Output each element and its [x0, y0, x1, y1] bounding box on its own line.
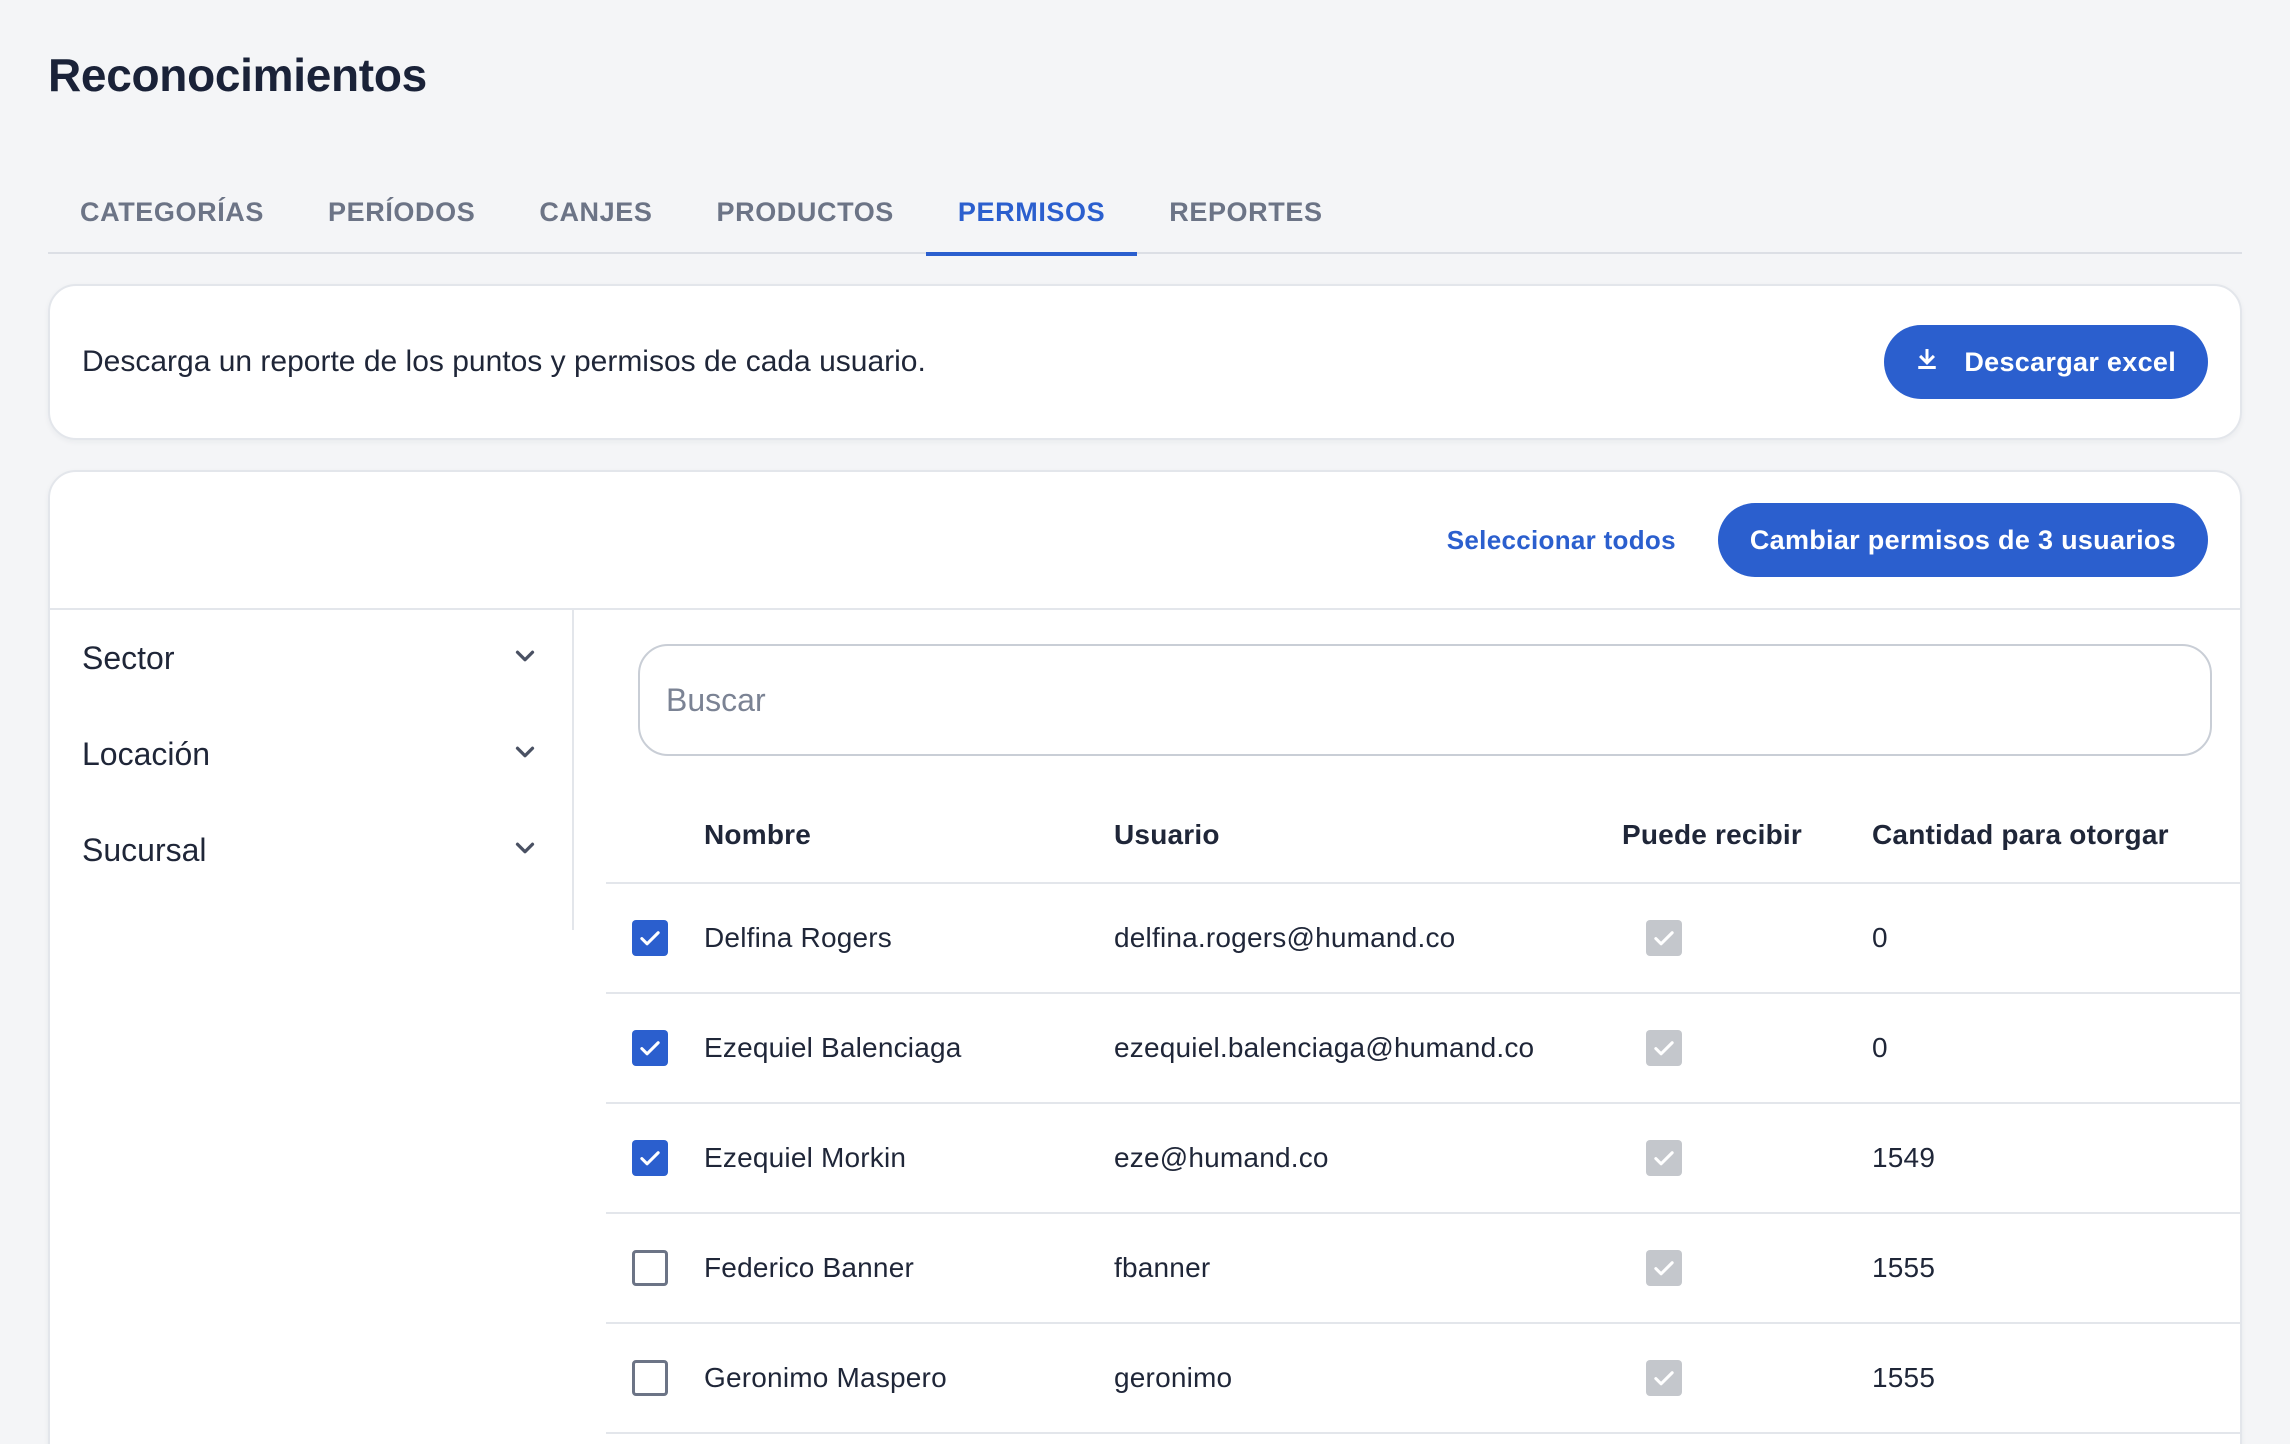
cell-nombre: Ezequiel Balenciaga — [704, 1032, 962, 1063]
cell-usuario: ezequiel.balenciaga@humand.co — [1114, 1032, 1535, 1063]
chevron-down-icon — [510, 641, 540, 676]
change-permissions-button[interactable]: Cambiar permisos de 3 usuarios — [1717, 503, 2208, 577]
user-permissions-card: Seleccionar todos Cambiar permisos de 3 … — [48, 470, 2242, 1444]
download-report-card: Descarga un reporte de los puntos y perm… — [48, 284, 2242, 440]
cell-cantidad: 0 — [1872, 1032, 1888, 1063]
column-header-nombre[interactable]: Nombre — [704, 819, 1114, 851]
can-receive-checkbox — [1646, 1250, 1682, 1286]
download-icon — [1912, 344, 1942, 381]
column-header-usuario[interactable]: Usuario — [1114, 819, 1622, 851]
table-row[interactable]: Geronimo Maspero geronimo 1555 — [606, 1324, 2240, 1434]
table-row[interactable]: Delfina Rogers delfina.rogers@humand.co … — [606, 884, 2240, 994]
cell-usuario: fbanner — [1114, 1252, 1211, 1283]
tab-periodos[interactable]: PERÍODOS — [296, 170, 507, 254]
check-icon — [640, 1151, 660, 1166]
filter-sucursal-label: Sucursal — [82, 831, 207, 868]
tab-canjes[interactable]: CANJES — [507, 170, 684, 254]
cell-nombre: Delfina Rogers — [704, 922, 892, 953]
check-icon — [1654, 1151, 1674, 1166]
tab-bar: CATEGORÍAS PERÍODOS CANJES PRODUCTOS PER… — [48, 170, 2242, 256]
row-checkbox[interactable] — [632, 1030, 668, 1066]
table-row[interactable]: Ezequiel Balenciaga ezequiel.balenciaga@… — [606, 994, 2240, 1104]
table-header: Nombre Usuario Puede recibir Cantidad pa… — [606, 788, 2240, 884]
users-table: Nombre Usuario Puede recibir Cantidad pa… — [606, 788, 2240, 1434]
cell-usuario: eze@humand.co — [1114, 1142, 1329, 1173]
page-title: Reconocimientos — [48, 49, 427, 101]
cell-usuario: delfina.rogers@humand.co — [1114, 922, 1456, 953]
filter-locacion[interactable]: Locación — [50, 706, 572, 802]
check-icon — [1654, 1041, 1674, 1056]
tab-categorias[interactable]: CATEGORÍAS — [48, 170, 296, 254]
check-icon — [640, 931, 660, 946]
filter-sector[interactable]: Sector — [50, 610, 572, 706]
filter-sucursal[interactable]: Sucursal — [50, 802, 572, 898]
cell-cantidad: 1555 — [1872, 1362, 1936, 1393]
column-header-puede-recibir[interactable]: Puede recibir — [1622, 819, 1872, 851]
permissions-toolbar: Seleccionar todos Cambiar permisos de 3 … — [50, 472, 2240, 610]
tab-reportes[interactable]: REPORTES — [1137, 170, 1354, 254]
row-checkbox[interactable] — [632, 920, 668, 956]
cell-nombre: Geronimo Maspero — [704, 1362, 947, 1393]
check-icon — [1654, 1261, 1674, 1276]
filter-sector-label: Sector — [82, 639, 175, 676]
search-input[interactable] — [638, 644, 2212, 756]
check-icon — [1654, 931, 1674, 946]
tab-productos[interactable]: PRODUCTOS — [684, 170, 925, 254]
download-excel-button[interactable]: Descargar excel — [1884, 325, 2208, 399]
cell-usuario: geronimo — [1114, 1362, 1233, 1393]
tab-permisos[interactable]: PERMISOS — [925, 170, 1138, 256]
chevron-down-icon — [510, 833, 540, 868]
table-row[interactable]: Ezequiel Morkin eze@humand.co 1549 — [606, 1104, 2240, 1214]
select-all-link[interactable]: Seleccionar todos — [1447, 525, 1676, 556]
cell-nombre: Ezequiel Morkin — [704, 1142, 907, 1173]
row-checkbox[interactable] — [632, 1140, 668, 1176]
cell-cantidad: 1555 — [1872, 1252, 1936, 1283]
check-icon — [640, 1041, 660, 1056]
filter-panel: Sector Locación Sucursal — [50, 610, 574, 930]
row-checkbox[interactable] — [632, 1360, 668, 1396]
chevron-down-icon — [510, 737, 540, 772]
download-excel-label: Descargar excel — [1964, 346, 2176, 377]
check-icon — [1654, 1371, 1674, 1386]
can-receive-checkbox — [1646, 1360, 1682, 1396]
cell-cantidad: 0 — [1872, 922, 1888, 953]
page: Reconocimientos CATEGORÍAS PERÍODOS CANJ… — [0, 0, 2290, 1444]
column-header-cantidad[interactable]: Cantidad para otorgar — [1872, 819, 2240, 851]
cell-nombre: Federico Banner — [704, 1252, 915, 1283]
can-receive-checkbox — [1646, 1030, 1682, 1066]
download-report-description: Descarga un reporte de los puntos y perm… — [82, 345, 926, 378]
can-receive-checkbox — [1646, 1140, 1682, 1176]
row-checkbox[interactable] — [632, 1250, 668, 1286]
can-receive-checkbox — [1646, 920, 1682, 956]
table-row[interactable]: Federico Banner fbanner 1555 — [606, 1214, 2240, 1324]
cell-cantidad: 1549 — [1872, 1142, 1936, 1173]
filter-locacion-label: Locación — [82, 735, 211, 772]
